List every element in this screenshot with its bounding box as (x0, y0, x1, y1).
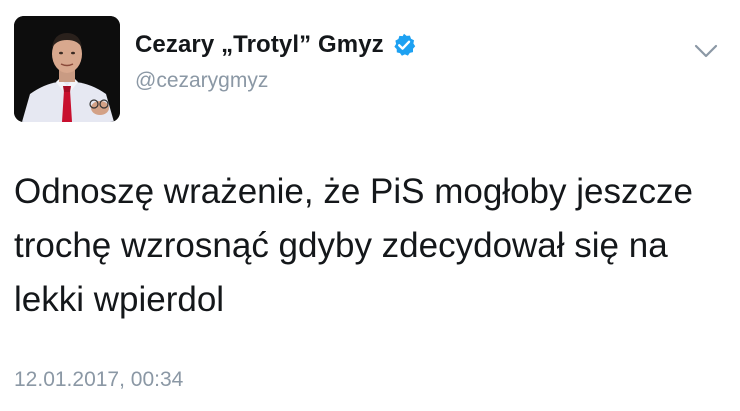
avatar-photo (14, 16, 120, 122)
tweet-text: Odnoszę wrażenie, że PiS mogłoby jeszcze… (14, 172, 693, 319)
author-display-name[interactable]: Cezary „Trotyl” Gmyz (135, 31, 384, 59)
tweet-card: Cezary „Trotyl” Gmyz @cezarygmyz Odnoszę… (0, 0, 740, 411)
author-handle[interactable]: @cezarygmyz (135, 69, 416, 93)
author-avatar[interactable] (14, 16, 120, 122)
author-name-row: Cezary „Trotyl” Gmyz (135, 30, 416, 60)
verified-badge-icon (394, 33, 415, 56)
author-info: Cezary „Trotyl” Gmyz @cezarygmyz (135, 30, 416, 93)
chevron-down-icon[interactable] (693, 42, 719, 60)
tweet-timestamp[interactable]: 12.01.2017, 00:34 (14, 368, 183, 392)
